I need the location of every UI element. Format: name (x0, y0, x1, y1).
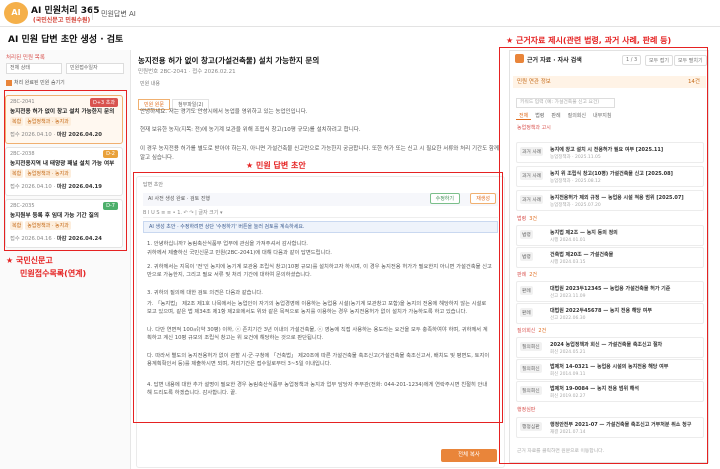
annotation-box-evidence (499, 47, 708, 464)
date-select[interactable]: 민원접수일자 (66, 63, 124, 74)
annotation-list-2: 민원접수목록(연계) (20, 269, 87, 278)
brand-subtitle: (국민신문고 민원수원) (33, 17, 91, 24)
hide-done-checkbox[interactable]: 처리 완료된 민원 숨기기 (6, 79, 65, 86)
top-bar: AI AI 민원처리 365 (국민신문고 민원수원) 민원답변 AI (0, 0, 720, 27)
app-logo: AI (4, 2, 28, 24)
nav-minwon-ai[interactable]: 민원답변 AI (101, 9, 136, 19)
checkbox-box[interactable] (6, 79, 12, 86)
annotation-draft: ★ 민원 답변 초안 (246, 161, 306, 170)
checkbox-label: 처리 완료된 민원 숨기기 (14, 80, 65, 86)
content-section-label: 민원 내용 (140, 81, 160, 87)
annotation-box-list (4, 90, 127, 251)
status-select[interactable]: 전체 상태 (6, 63, 62, 74)
complaint-paragraph: 안녕하세요. 저는 경기도 안성시에서 농업을 영위하고 있는 농업인입니다. (140, 109, 308, 115)
annotation-list-1: ★ 국민신문고 (6, 256, 53, 265)
content-tabs: 민원 원문 첨부파일(2) (138, 91, 211, 110)
page-title: AI 민원 답변 초안 생성 · 검토 (8, 35, 124, 45)
complaint-paragraph: 현재 보유한 농지(지목: 전)에 농기계 보관을 위해 조립식 창고(10평 … (140, 127, 361, 133)
complaint-paragraph: 이 경우 농지전용 허가를 별도로 받아야 하는지, 아니면 가설건축물 신고만… (140, 146, 499, 161)
complaint-detail-meta: 민원번호 2BC-2041 · 접수 2026.02.21 (138, 69, 236, 75)
copy-all-button[interactable]: 전체 복사 (441, 449, 497, 462)
annotation-box-draft (133, 172, 503, 423)
list-filter-label: 처리된 민원 목록 (6, 55, 45, 61)
annotation-evidence: ★ 근거자료 제시(관련 법령, 과거 사례, 판례 등) (506, 36, 672, 45)
divider (92, 6, 93, 20)
complaint-detail-title: 농지전용 허가 없이 창고(가설건축물) 설치 가능한지 문의 (138, 56, 320, 65)
